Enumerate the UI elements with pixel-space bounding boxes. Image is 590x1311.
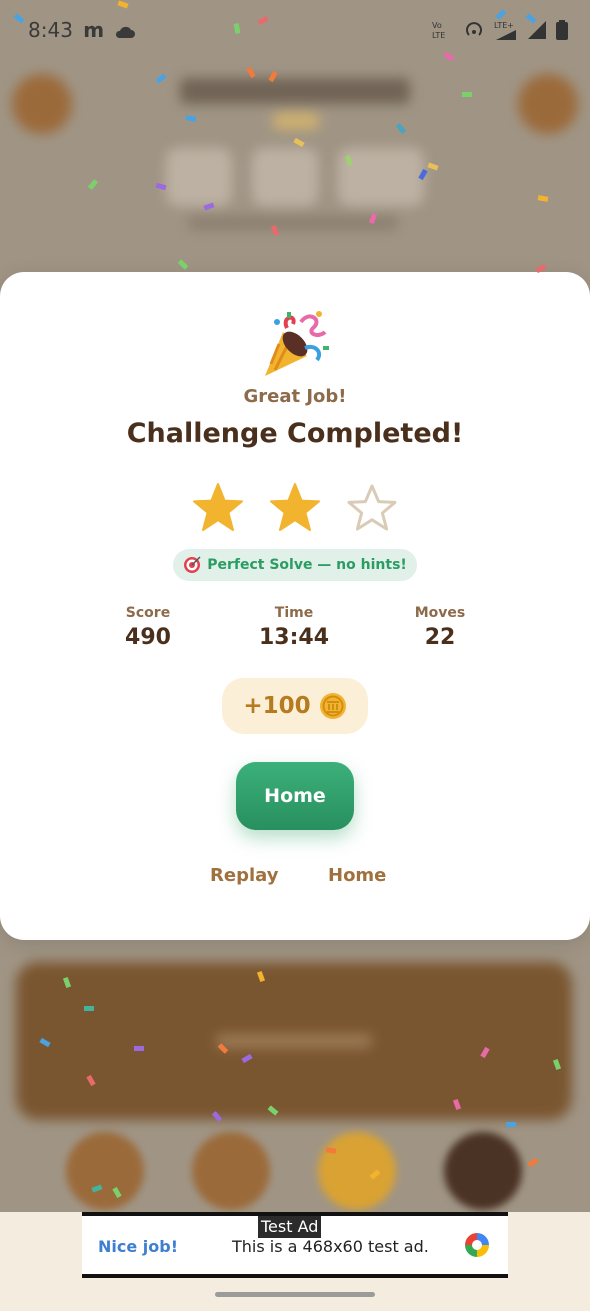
- perfect-solve-badge: Perfect Solve — no hints!: [173, 549, 417, 581]
- stat-time: Time 13:44: [234, 605, 354, 650]
- status-time: 8:43 m: [28, 18, 136, 42]
- svg-text:LTE: LTE: [432, 31, 445, 40]
- carrier-icon: m: [83, 18, 105, 42]
- stat-label: Moves: [414, 605, 466, 621]
- signal-icon: [528, 21, 546, 39]
- svg-text:Vo: Vo: [432, 21, 442, 30]
- bg-panel-text: [216, 1034, 372, 1048]
- home-indicator[interactable]: [215, 1292, 375, 1297]
- bg-undo-button: [192, 1132, 270, 1210]
- ad-tag: Test Ad: [258, 1216, 322, 1238]
- stat-label: Time: [274, 605, 314, 621]
- adchoices-logo-icon: [465, 1233, 489, 1257]
- bg-subtitle: [188, 216, 398, 230]
- stat-value: 13:44: [258, 625, 330, 650]
- bg-menu-button: [12, 74, 72, 134]
- battery-icon: [556, 20, 568, 40]
- cloud-icon: [116, 26, 136, 38]
- bg-shuffle-button: [66, 1132, 144, 1210]
- bg-hint-button: [318, 1132, 396, 1210]
- ad-body[interactable]: This is a 468x60 test ad.: [232, 1237, 429, 1256]
- bg-stat-score: [166, 148, 232, 206]
- stat-value: 490: [125, 625, 171, 650]
- coin-reward: +100: [222, 678, 368, 734]
- bg-stat-best: [252, 148, 318, 206]
- confetti-piece: [462, 92, 472, 97]
- confetti-piece: [134, 1046, 144, 1051]
- svg-text:LTE+: LTE+: [494, 21, 514, 30]
- hotspot-icon: [466, 22, 482, 36]
- bg-stat-time: [338, 148, 424, 206]
- target-icon: [184, 556, 201, 573]
- status-time-text: 8:43: [28, 18, 73, 42]
- replay-link[interactable]: Replay: [210, 865, 278, 886]
- stat-label: Score: [125, 605, 171, 621]
- coin-icon: [319, 693, 346, 719]
- status-icons: Vo LTE LTE+: [432, 20, 568, 40]
- stat-moves: Moves 22: [380, 605, 500, 650]
- bg-grid-button: [444, 1132, 522, 1210]
- bg-settings-button: [518, 74, 578, 134]
- home-button[interactable]: Home: [236, 762, 354, 830]
- stat-value: 22: [424, 625, 456, 650]
- confetti-piece: [84, 1006, 94, 1011]
- dialog-subtitle: Great Job!: [243, 386, 347, 407]
- star-empty-icon: [347, 484, 397, 531]
- confetti-piece: [506, 1122, 516, 1127]
- home-link[interactable]: Home: [328, 865, 386, 886]
- star-filled-icon: [193, 483, 243, 531]
- volte-icon: VoLTE: [432, 21, 445, 40]
- dialog-title: Challenge Completed!: [126, 418, 464, 449]
- party-popper-icon: [265, 311, 329, 376]
- lte-signal-icon: LTE+: [494, 21, 516, 40]
- reward-amount: +100: [243, 693, 311, 719]
- bg-title: [180, 78, 410, 104]
- stat-score: Score 490: [88, 605, 208, 650]
- star-rating: [190, 480, 400, 536]
- badge-text: Perfect Solve — no hints!: [207, 557, 407, 573]
- ad-headline[interactable]: Nice job!: [98, 1237, 178, 1256]
- star-filled-icon: [270, 483, 320, 531]
- bg-pill: [272, 112, 320, 130]
